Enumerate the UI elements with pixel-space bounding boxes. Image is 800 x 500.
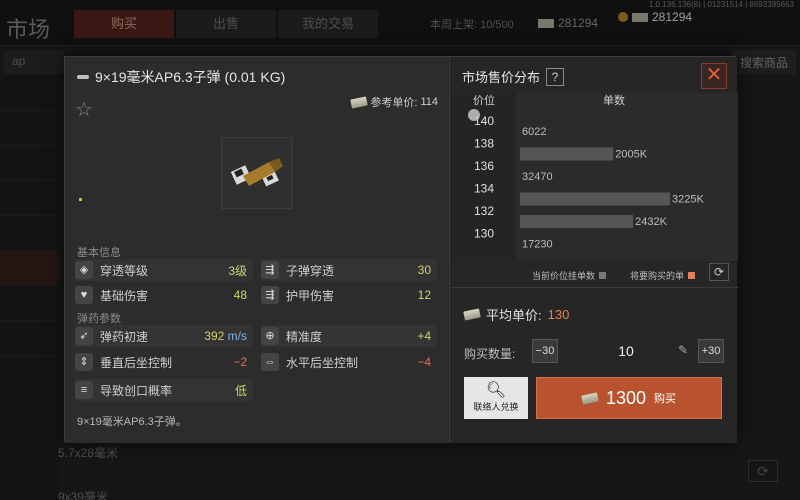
stat-bullet-penetration: ⇶ 子弹穿透 30: [261, 259, 437, 281]
quantity-label: 购买数量:: [464, 347, 516, 361]
money-icon: [581, 391, 599, 405]
item-description: 9×19毫米AP6.3子弹。: [77, 416, 187, 428]
bar-value-label: 6022: [522, 126, 546, 138]
ammo-box-icon: [230, 158, 283, 187]
stat-penetration-level: ◈ 穿透等级 3级: [75, 259, 253, 281]
basic-info-label: 基本信息: [77, 247, 121, 259]
market-title: 市场售价分布 ?: [462, 67, 565, 86]
bar-value-label: 3225K: [672, 194, 704, 206]
price-tick-label: 132: [474, 204, 494, 218]
price-bar: [520, 147, 614, 161]
search-icon: 🔍︎: [485, 382, 507, 399]
price-tick-label: 136: [474, 159, 494, 173]
bar-value-label: 2432K: [635, 216, 667, 228]
legend-planned: 将要购买的单: [630, 269, 696, 282]
axis-label-quantity: 单数: [603, 94, 625, 107]
close-button[interactable]: ✕: [701, 63, 727, 89]
indicator-dot: [79, 198, 82, 201]
feather-icon: ➶: [75, 327, 93, 345]
price-tick-label: 130: [474, 227, 494, 241]
penetration-icon: ◈: [75, 261, 93, 279]
divider: [450, 287, 738, 288]
price-bar: [520, 215, 634, 228]
legend-swatch-current: [599, 272, 607, 279]
price-bar: [520, 192, 670, 206]
bar-value-label: 2005K: [615, 149, 647, 161]
price-tick-label: 138: [474, 137, 494, 151]
stat-wound-chance: ≡ 导致创口概率 低: [75, 379, 253, 401]
quantity-input[interactable]: 10: [560, 339, 692, 363]
stat-horizontal-recoil: ⇔ 水平后坐控制 −4: [261, 351, 437, 373]
bar-value-label: 32470: [522, 171, 553, 183]
broken-heart-icon: ♥: [75, 286, 93, 304]
legend-swatch-planned: [688, 272, 696, 279]
armor-damage-icon: ⇶: [261, 286, 279, 304]
price-distribution-chart: 价位 单数 14060221382005K136324701343225K132…: [450, 93, 738, 261]
bullet-pierce-icon: ⇶: [261, 261, 279, 279]
horizontal-recoil-icon: ⇔: [261, 353, 279, 371]
stat-muzzle-velocity: ➶ 弹药初速 392 m/s: [75, 325, 253, 347]
vertical-recoil-icon: ⇕: [75, 353, 93, 371]
price-tick-label: 134: [474, 182, 494, 196]
item-image: [221, 137, 293, 209]
stat-base-damage: ♥ 基础伤害 48: [75, 284, 253, 306]
stat-armor-damage: ⇶ 护甲伤害 12: [261, 284, 437, 306]
money-icon: [350, 95, 369, 109]
crosshair-icon: ⊕: [261, 327, 279, 345]
axis-label-price: 价位: [473, 93, 495, 107]
legend-current: 当前价位挂单数: [532, 269, 607, 282]
item-title: 9×19毫米AP6.3子弹 (0.01 KG): [77, 67, 285, 87]
favorite-star-icon[interactable]: ☆: [75, 97, 93, 122]
money-icon: [463, 308, 481, 321]
ammo-params-label: 弹药参数: [77, 313, 121, 325]
stat-vertical-recoil: ⇕ 垂直后坐控制 −2: [75, 351, 253, 373]
market-panel: 市场售价分布 ? ✕ 价位 单数 140 6022 138 2005K 136 32470…: [449, 57, 738, 443]
bar-value-label: 17230: [522, 239, 553, 251]
average-price: 平均单价: 130: [463, 305, 569, 324]
stat-accuracy: ⊕ 精准度 +4: [261, 325, 437, 347]
refresh-button[interactable]: ⟳: [709, 263, 729, 281]
bullet-icon: [77, 75, 89, 79]
cursor-dot: [468, 109, 480, 121]
contact-exchange-button[interactable]: 🔍︎ 联络人兑换: [464, 377, 528, 419]
wound-icon: ≡: [75, 381, 93, 399]
item-info-panel: 9×19毫米AP6.3子弹 (0.01 KG) 参考单价: 114 ☆ 基本信息…: [65, 57, 448, 443]
pencil-icon[interactable]: ✎: [678, 343, 688, 357]
item-dialog: 9×19毫米AP6.3子弹 (0.01 KG) 参考单价: 114 ☆ 基本信息…: [64, 56, 738, 443]
help-icon[interactable]: ?: [546, 67, 565, 86]
buy-button[interactable]: 1300 购买: [536, 377, 722, 419]
reference-price: 参考单价: 114: [350, 94, 438, 110]
decrease-30-button[interactable]: −30: [532, 339, 558, 363]
increase-30-button[interactable]: +30: [698, 339, 724, 363]
